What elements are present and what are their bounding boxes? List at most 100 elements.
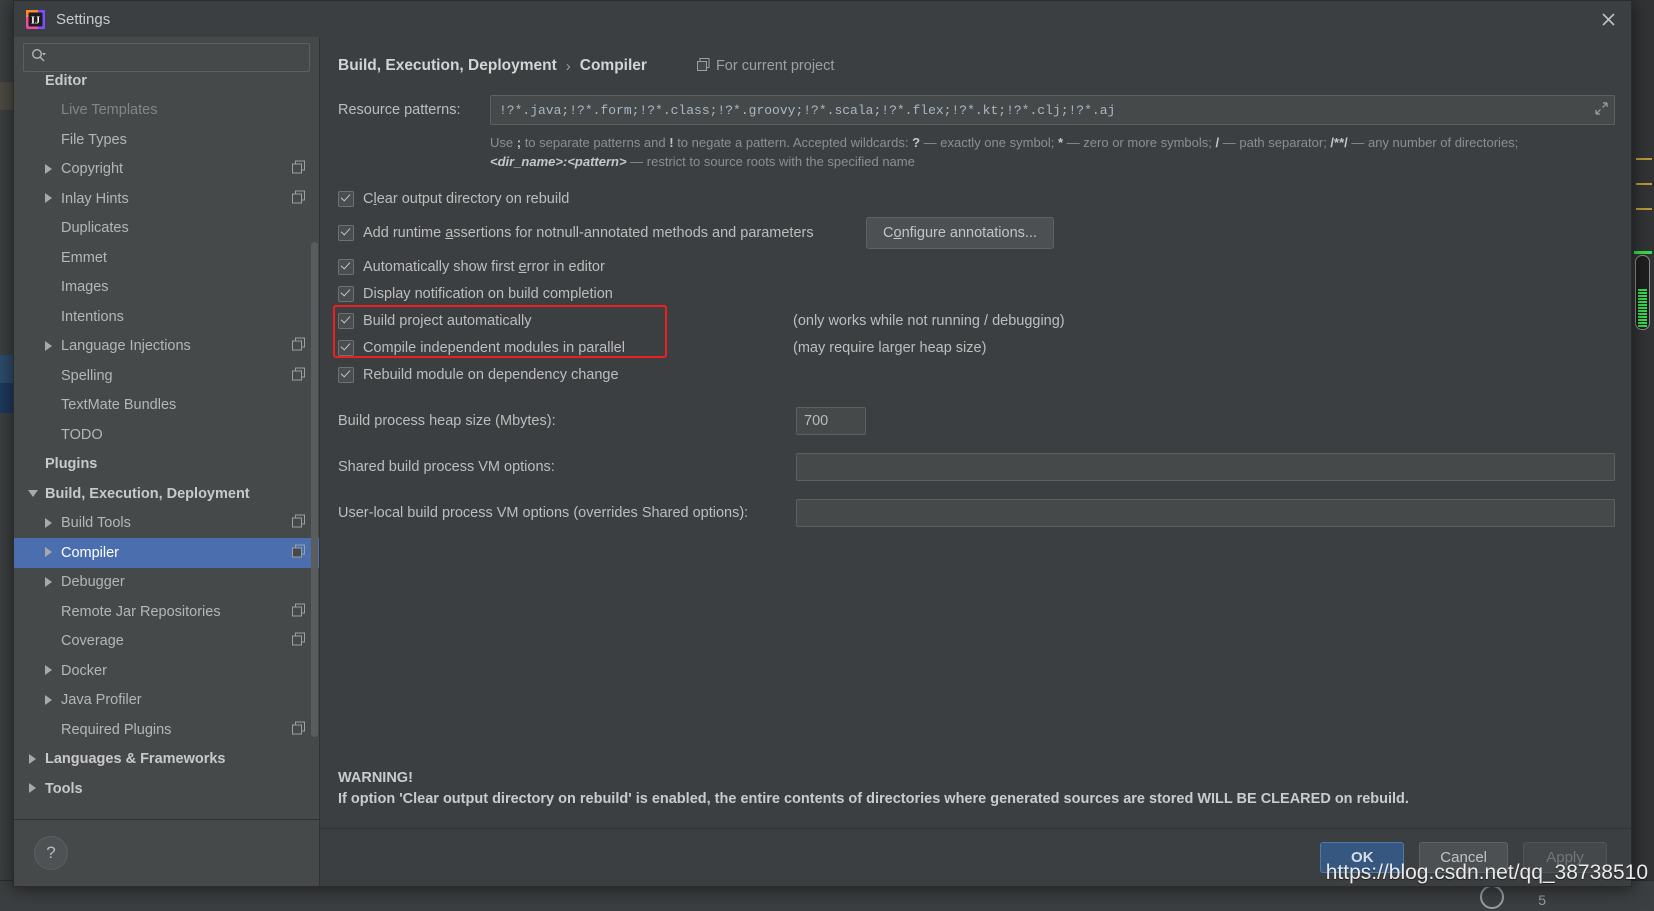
sidebar-item-editor[interactable]: Editor (14, 66, 319, 96)
chevron-right-icon[interactable] (44, 517, 55, 529)
chevron-down-icon[interactable] (28, 488, 39, 499)
user-vm-options-input[interactable] (796, 498, 1615, 527)
shared-vm-options-label: Shared build process VM options: (338, 458, 555, 475)
checkbox-clear-output-directory-on-rebuild[interactable]: Clear output directory on rebuild (338, 186, 1615, 213)
editor-scrollbar-thumb[interactable] (1635, 255, 1650, 330)
hint-dirname-pattern: <dir_name>:<pattern> (490, 153, 627, 169)
button-label-accelerator: o (893, 224, 902, 241)
ide-left-tab-a[interactable] (0, 82, 13, 110)
user-vm-options-label: User-local build process VM options (ove… (338, 504, 749, 521)
sidebar-item-label: Build Tools (61, 515, 131, 532)
sidebar-scrollbar[interactable] (311, 242, 318, 737)
checkbox-compile-independent-modules-in-parallel[interactable]: Compile independent modules in parallel (… (338, 335, 1615, 362)
sidebar-item-file-types[interactable]: File Types (14, 125, 319, 155)
sidebar-item-languages-frameworks[interactable]: Languages & Frameworks (14, 745, 319, 775)
chevron-right-icon[interactable] (44, 340, 55, 352)
checkbox-display-notification-on-build-completion[interactable]: Display notification on build completion (338, 281, 1615, 308)
chevron-right-icon[interactable] (44, 547, 55, 558)
checkbox-box[interactable] (338, 367, 354, 384)
chevron-right-icon[interactable] (28, 753, 39, 765)
sidebar-item-live-templates[interactable]: Live Templates (14, 96, 319, 126)
settings-tree[interactable]: Editor Live Templates File Types Copyright I… (14, 66, 319, 819)
gutter-warning-mark (1636, 183, 1652, 185)
sidebar-item-images[interactable]: Images (14, 273, 319, 303)
sidebar-item-compiler[interactable]: Compiler (14, 538, 319, 568)
label-part: Automatically show first (363, 259, 519, 276)
sidebar-item-required-plugins[interactable]: Required Plugins (14, 715, 319, 745)
resource-patterns-field[interactable]: !?*.java;!?*.form;!?*.class;!?*.groovy;!… (490, 95, 1615, 125)
search-input[interactable] (50, 48, 302, 67)
configure-annotations-button[interactable]: Co nfigure annotations... (866, 216, 1054, 249)
gutter-inspection-ok-cap (1634, 251, 1652, 254)
sidebar-item-emmet[interactable]: Emmet (14, 243, 319, 273)
checkbox-label: Add runtime assertions for notnull-annot… (363, 225, 814, 241)
sidebar-item-spelling[interactable]: Spelling (14, 361, 319, 391)
sidebar-item-tools[interactable]: Tools (14, 774, 319, 804)
gutter-warning-mark (1636, 158, 1652, 160)
checkbox-label: Compile independent modules in parallel (363, 340, 625, 356)
sidebar-item-intentions[interactable]: Intentions (14, 302, 319, 332)
watermark-text: https://blog.csdn.net/qq_38738510 (1325, 861, 1648, 884)
sidebar-item-textmate-bundles[interactable]: TextMate Bundles (14, 391, 319, 421)
shared-vm-options-input[interactable] (796, 452, 1615, 481)
checkbox-automatically-show-first-error-in-editor[interactable]: Automatically show first error in editor (338, 254, 1615, 281)
close-icon[interactable] (1585, 1, 1631, 37)
label-part: Rebuild module on dependency change (363, 367, 619, 384)
checkbox-box[interactable] (338, 191, 354, 208)
chevron-right-icon[interactable] (44, 163, 55, 175)
help-button[interactable]: ? (34, 836, 68, 870)
checkbox-label: Automatically show first error in editor (363, 259, 605, 275)
copy-settings-icon (292, 603, 305, 620)
chevron-right-icon[interactable] (44, 193, 55, 204)
settings-sidebar: Editor Live Templates File Types Copyright I… (14, 37, 320, 886)
compiler-options-group: Clear output directory on rebuild Add run… (333, 186, 1615, 389)
sidebar-item-debugger[interactable]: Debugger (14, 568, 319, 598)
sidebar-item-label: Inlay Hints (61, 190, 129, 207)
sidebar-item-label: Languages & Frameworks (45, 751, 226, 768)
chevron-right-icon[interactable] (44, 694, 55, 706)
expand-diagonal-icon[interactable] (1595, 101, 1608, 119)
checkbox-label: Display notification on build completion (363, 286, 613, 302)
sidebar-item-label: Docker (61, 662, 107, 679)
sidebar-item-duplicates[interactable]: Duplicates (14, 214, 319, 244)
checkbox-box[interactable] (338, 286, 354, 303)
checkbox-box[interactable] (338, 313, 354, 330)
dialog-title-bar: IJ Settings (14, 1, 1631, 37)
sidebar-item-remote-jar-repositories[interactable]: Remote Jar Repositories (14, 597, 319, 627)
checkbox-box[interactable] (338, 340, 354, 357)
dialog-body: Editor Live Templates File Types Copyright I… (14, 37, 1631, 886)
editor-marker-gutter[interactable] (1631, 0, 1654, 881)
checkbox-rebuild-module-on-dependency-change[interactable]: Rebuild module on dependency change (338, 362, 1615, 389)
sidebar-item-copyright[interactable]: Copyright (14, 155, 319, 185)
sidebar-item-java-profiler[interactable]: Java Profiler (14, 686, 319, 716)
breadcrumb-root[interactable]: Build, Execution, Deployment (338, 57, 557, 75)
sidebar-item-label: Spelling (61, 367, 113, 384)
ide-status-circle-icon[interactable] (1480, 885, 1504, 909)
copy-settings-icon (292, 190, 305, 207)
copy-settings-icon (292, 337, 305, 355)
chevron-right-icon[interactable] (44, 576, 55, 588)
checkbox-add-runtime-assertions-for-notnull-annotated-met[interactable]: Add runtime assertions for notnull-annot… (338, 216, 1615, 249)
settings-content-pane: Build, Execution, Deployment › Compiler … (320, 37, 1631, 886)
sidebar-item-todo[interactable]: TODO (14, 420, 319, 450)
checkbox-build-project-automatically[interactable]: Build project automatically (only works w… (338, 308, 1615, 335)
sidebar-item-coverage[interactable]: Coverage (14, 627, 319, 657)
sidebar-item-inlay-hints[interactable]: Inlay Hints (14, 184, 319, 214)
copy-settings-icon (292, 160, 305, 178)
checkbox-box[interactable] (338, 259, 354, 276)
checkbox-label: Clear output directory on rebuild (363, 191, 569, 207)
scope-indicator[interactable]: For current project (696, 57, 834, 75)
hint-question: ? (912, 135, 921, 150)
sidebar-item-plugins[interactable]: Plugins (14, 450, 319, 480)
sidebar-item-language-injections[interactable]: Language Injections (14, 332, 319, 362)
checkbox-box[interactable] (338, 225, 354, 242)
chevron-right-icon[interactable] (28, 783, 39, 794)
sidebar-item-label: TODO (61, 426, 103, 443)
chevron-right-icon[interactable] (44, 665, 55, 676)
sidebar-item-build-tools[interactable]: Build Tools (14, 509, 319, 539)
heap-size-input[interactable] (796, 406, 866, 435)
copy-settings-icon (292, 544, 305, 561)
sidebar-item-docker[interactable]: Docker (14, 656, 319, 686)
ide-left-tab-c[interactable] (0, 383, 13, 413)
sidebar-item-build-execution-deployment[interactable]: Build, Execution, Deployment (14, 479, 319, 509)
